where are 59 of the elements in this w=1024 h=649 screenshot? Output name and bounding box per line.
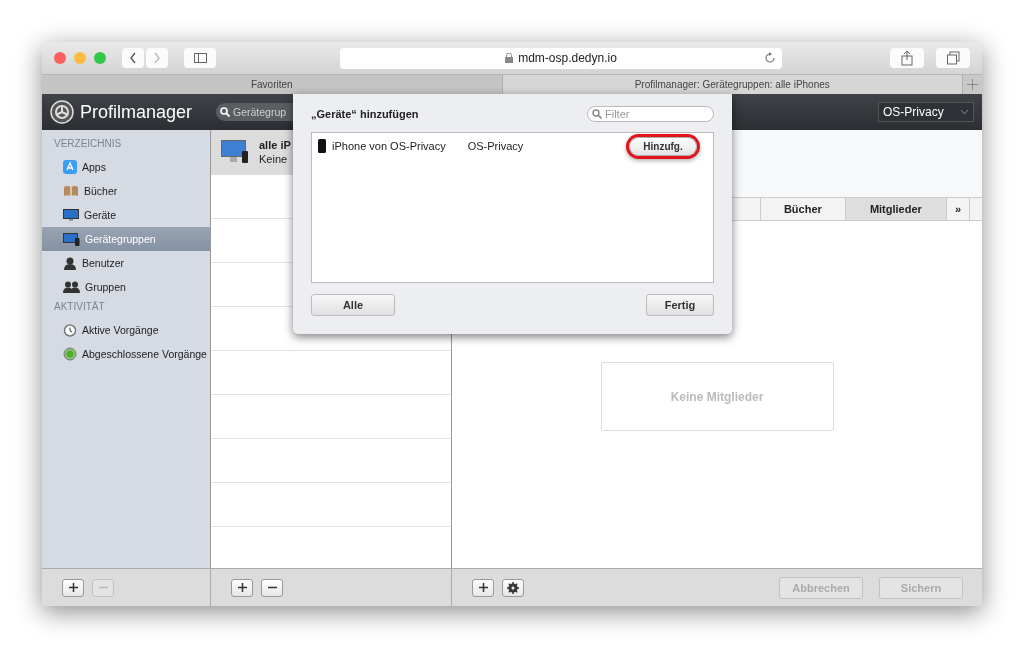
sidebar-item[interactable]: Apps [42, 155, 210, 179]
remove-button[interactable] [261, 578, 283, 597]
organization-dropdown[interactable]: OS-Privacy [878, 102, 974, 122]
book-icon [63, 185, 79, 197]
devices-icon [221, 140, 249, 164]
tabs-button[interactable] [936, 48, 970, 68]
plus-icon [237, 583, 247, 592]
new-tab-icon [967, 79, 978, 90]
sidebar-item[interactable]: Abgeschlossene Vorgänge [42, 342, 210, 366]
browser-tab[interactable]: Favoriten [42, 75, 503, 94]
settings-icon [507, 581, 519, 594]
detail-tab[interactable]: » [945, 198, 970, 220]
add-button[interactable] [231, 578, 253, 597]
device-name: iPhone von OS-Privacy [332, 140, 446, 152]
reload-icon [764, 51, 776, 64]
detail-tab[interactable]: Mitglieder [844, 198, 946, 220]
filter-field[interactable]: Filter [587, 106, 714, 122]
search-icon [220, 107, 230, 117]
browser-tab[interactable]: Profilmanager: Gerätegruppen: alle iPhones [502, 75, 963, 94]
plus-icon [478, 583, 488, 592]
plus-icon [68, 583, 78, 592]
sidebar-item[interactable]: Geräte [42, 203, 210, 227]
gear-logo-icon [50, 100, 74, 124]
app-store-icon [63, 160, 77, 174]
chevron-left-icon [128, 51, 138, 65]
section-header: AKTIVITÄT [53, 300, 106, 314]
address-field[interactable]: mdm-osp.dedyn.io [340, 47, 782, 69]
sidebar-icon [193, 53, 207, 63]
empty-message: Keine Mitglieder [600, 362, 834, 431]
timer-icon [63, 323, 77, 337]
dialog-button[interactable]: Fertig [646, 294, 714, 316]
section-header: VERZEICHNIS [53, 137, 123, 151]
device-owner: OS-Privacy [467, 140, 524, 152]
chevron-down-icon [960, 109, 969, 115]
app-title: Profilmanager [80, 101, 194, 123]
phone-icon [318, 139, 326, 153]
monitor-icon [63, 208, 79, 222]
share-icon [900, 50, 914, 66]
sidebar-item[interactable]: Benutzer [42, 251, 210, 275]
group-title: alle iP [259, 139, 291, 151]
lock-icon [505, 53, 514, 63]
add-button[interactable] [472, 578, 494, 597]
group-subtitle: Keine [259, 153, 289, 165]
tabs-icon [946, 50, 960, 66]
dialog-button[interactable]: Alle [311, 294, 395, 316]
people-icon [63, 281, 80, 293]
add-button[interactable] [62, 578, 84, 597]
devices-icon [63, 232, 80, 246]
settings-button[interactable] [502, 578, 524, 597]
back-button[interactable] [122, 48, 144, 68]
sidebar-button[interactable] [184, 48, 216, 68]
sidebar-item[interactable]: Gruppen [42, 275, 210, 299]
sidebar-item[interactable]: Aktive Vorgänge [42, 318, 210, 342]
chevron-right-icon [152, 51, 162, 65]
person-icon [63, 256, 77, 270]
progress-done-icon [63, 347, 77, 361]
add-button[interactable]: Hinzufg. [629, 136, 697, 156]
search-icon [592, 109, 602, 119]
sidebar-item[interactable]: Bücher [42, 179, 210, 203]
